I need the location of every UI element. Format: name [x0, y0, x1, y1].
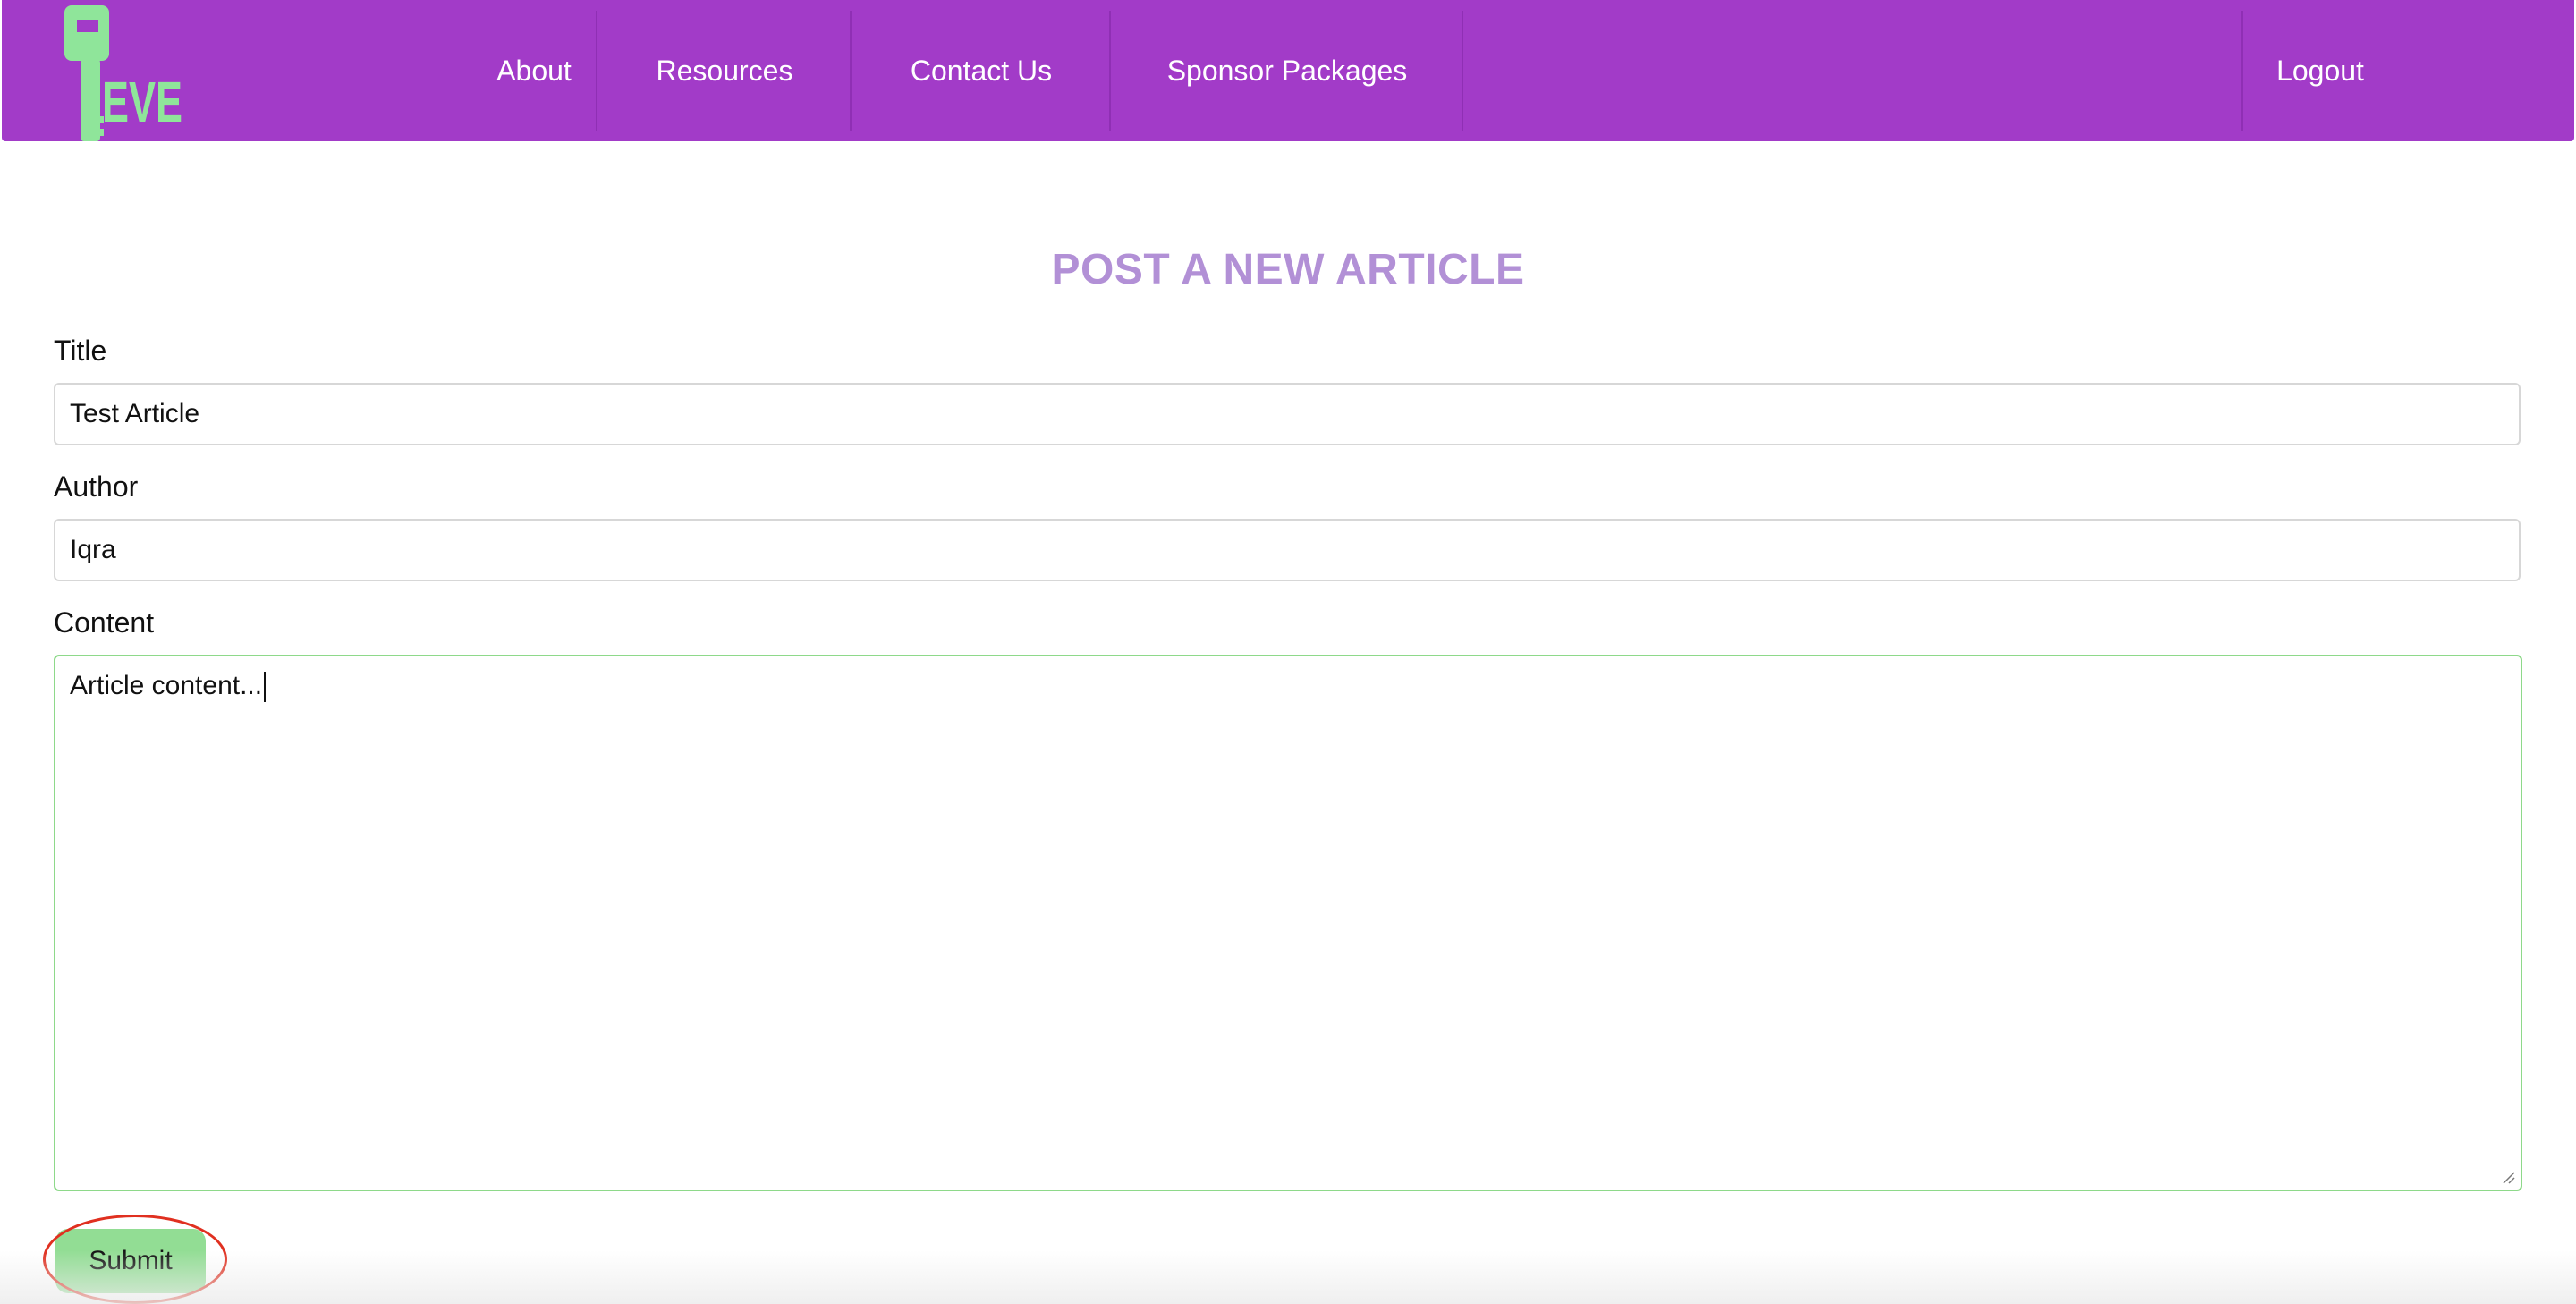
nav-divider	[850, 11, 852, 131]
submit-button[interactable]: Submit	[55, 1229, 206, 1293]
navbar: EVE About Resources Contact Us Sponsor P…	[2, 0, 2574, 141]
nav-resources-label: Resources	[656, 55, 793, 87]
page-title: POST A NEW ARTICLE	[1051, 246, 1525, 293]
submit-label: Submit	[89, 1246, 173, 1275]
author-label: Author	[54, 470, 139, 503]
key-icon[interactable]: EVE	[64, 5, 197, 141]
nav-about-label: About	[496, 55, 572, 87]
author-input-value: Iqra	[70, 535, 116, 564]
nav-about[interactable]: About	[476, 11, 592, 131]
logo-text: EVE	[102, 70, 182, 134]
logout-button[interactable]: Logout	[2245, 11, 2395, 131]
author-input[interactable]: Iqra	[54, 519, 2521, 581]
nav-contact-us-label: Contact Us	[910, 55, 1053, 87]
text-caret	[264, 672, 267, 703]
content-label: Content	[54, 606, 155, 639]
logout-label: Logout	[2276, 55, 2364, 87]
content-textarea[interactable]: Article content...	[54, 655, 2522, 1191]
nav-contact-us[interactable]: Contact Us	[853, 11, 1109, 131]
nav-resources[interactable]: Resources	[599, 11, 850, 131]
nav-divider	[596, 11, 597, 131]
page: EVE About Resources Contact Us Sponsor P…	[0, 0, 2576, 1304]
resize-grip-icon[interactable]	[2501, 1170, 2515, 1184]
title-input-value: Test Article	[70, 399, 200, 428]
nav-divider	[1462, 11, 1463, 131]
title-label: Title	[54, 334, 107, 367]
nav-divider	[1109, 11, 1111, 131]
nav-sponsor-packages[interactable]: Sponsor Packages	[1113, 11, 1462, 131]
content-textarea-value: Article content...	[70, 671, 263, 700]
bottom-shadow	[0, 1250, 2576, 1304]
nav-divider	[2241, 11, 2243, 131]
nav-sponsor-packages-label: Sponsor Packages	[1166, 55, 1408, 87]
title-input[interactable]: Test Article	[54, 383, 2521, 445]
